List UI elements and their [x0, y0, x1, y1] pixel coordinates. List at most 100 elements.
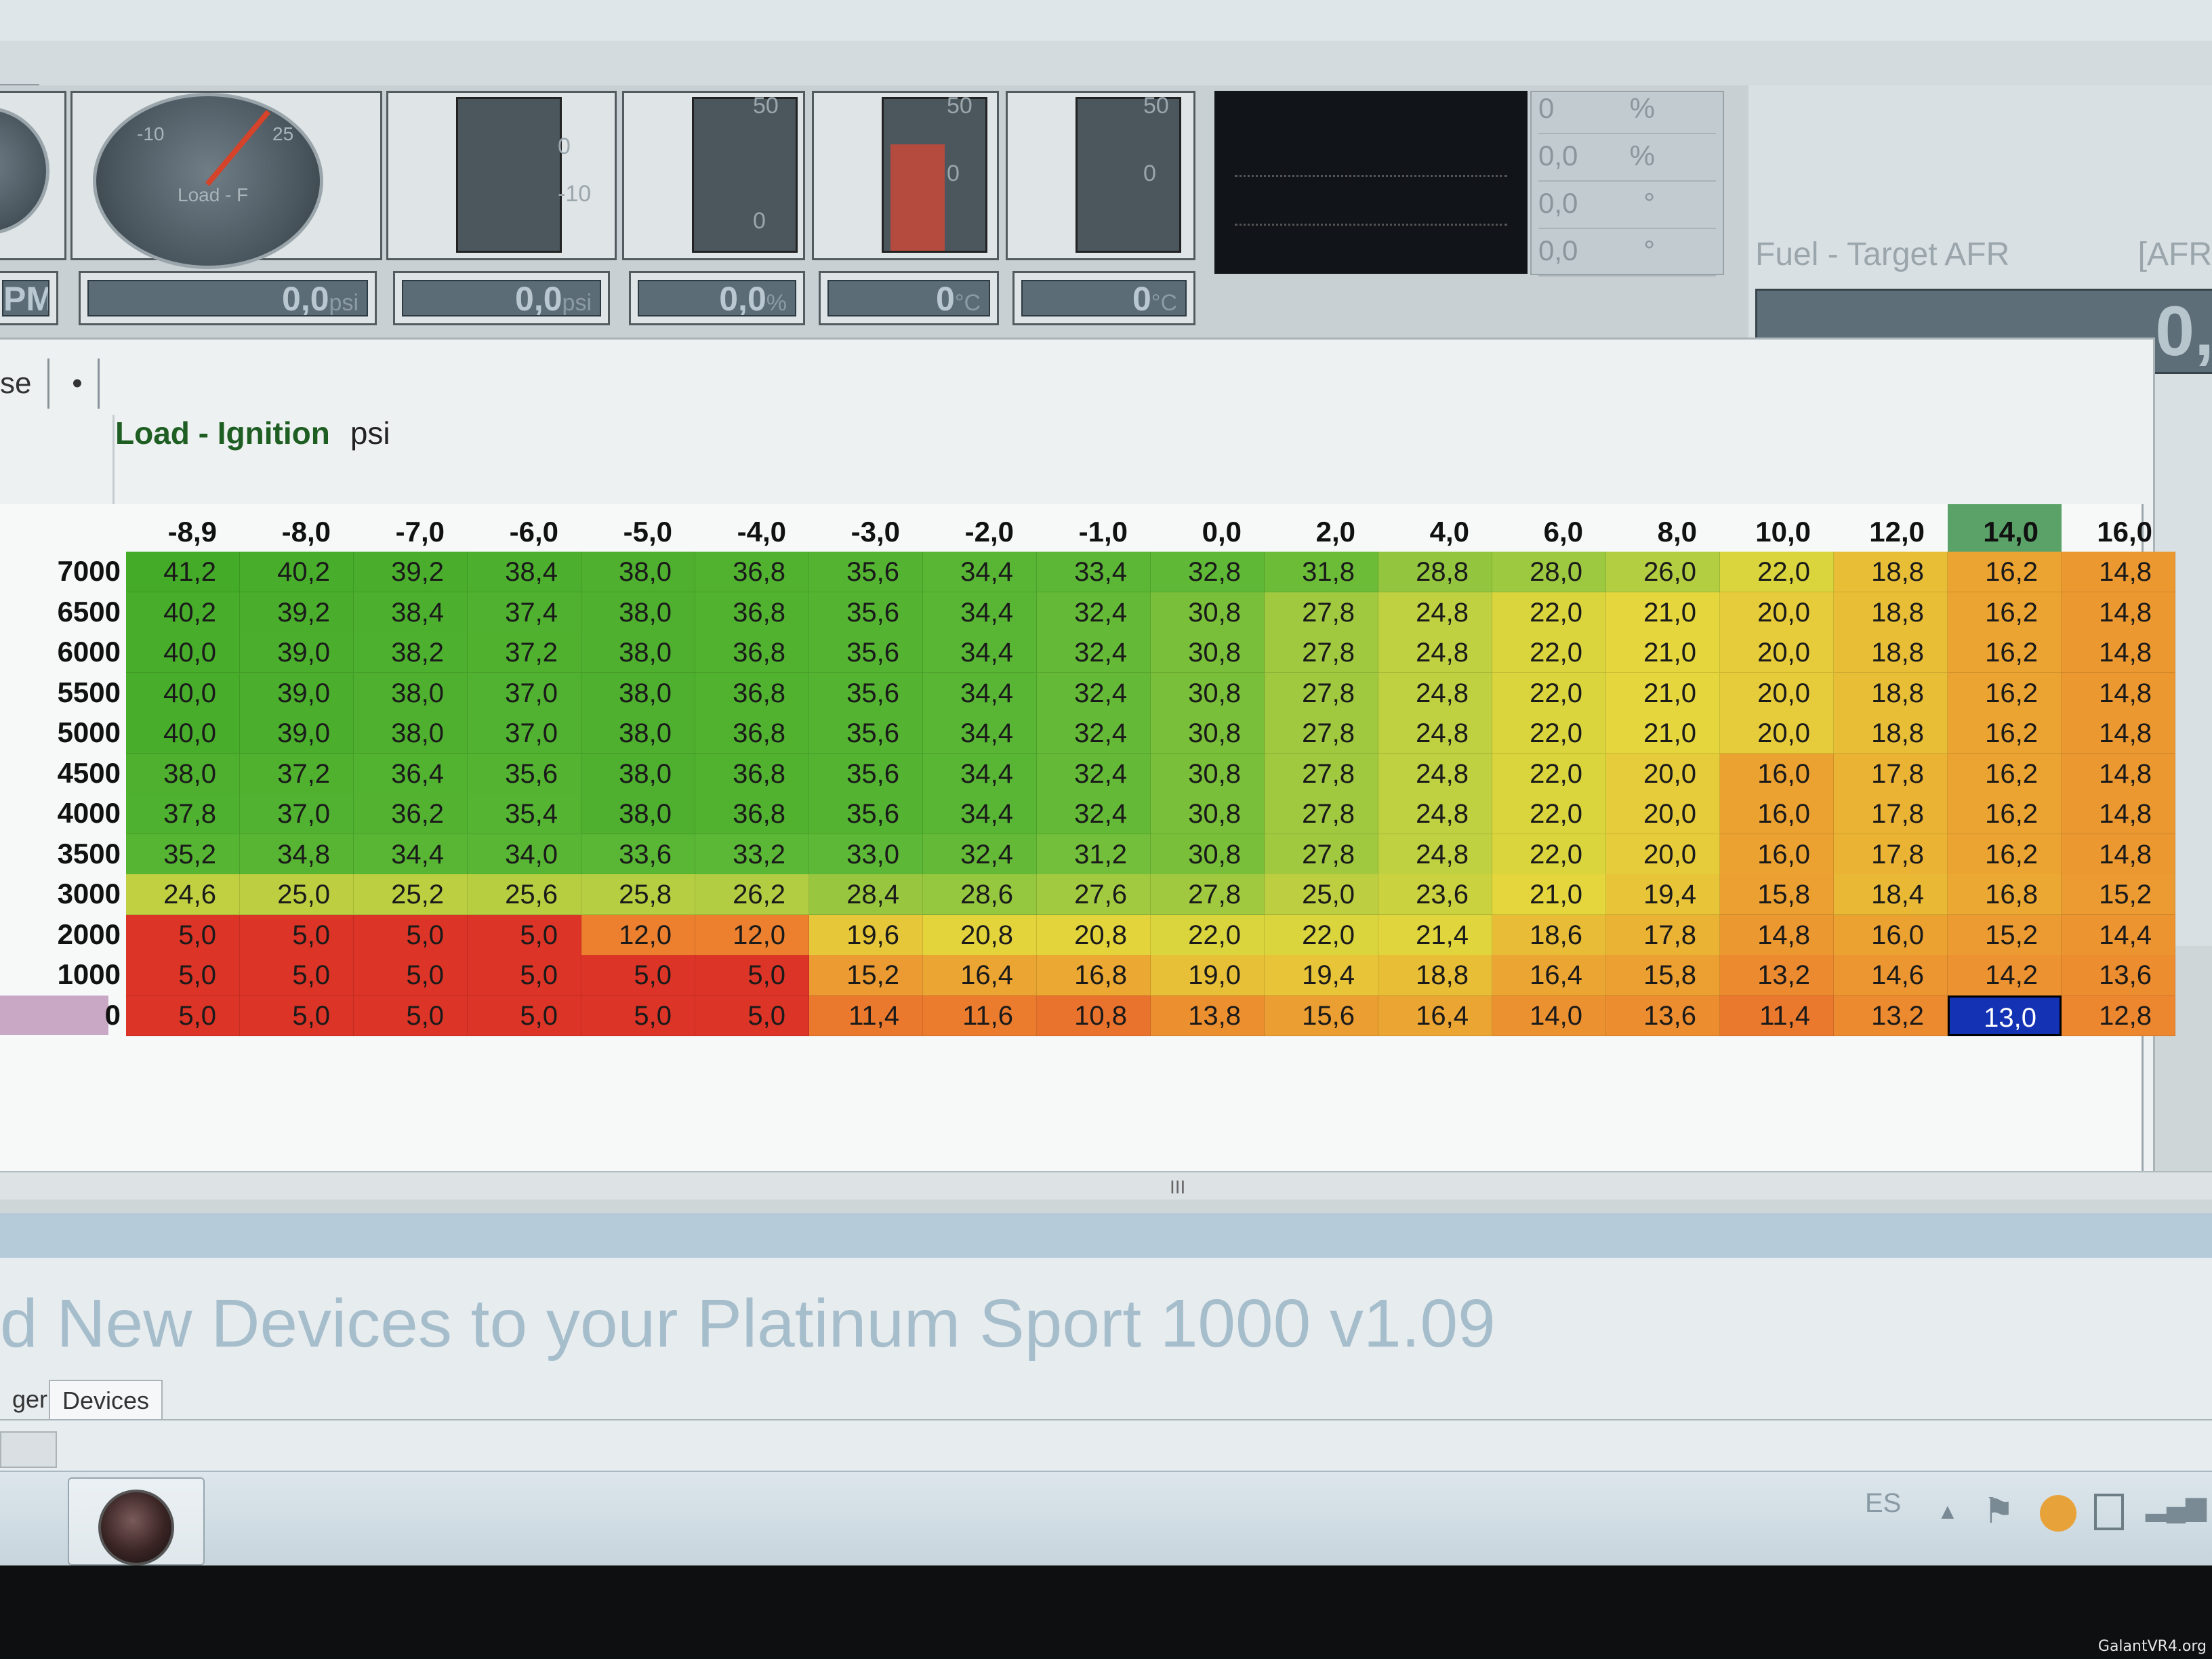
- table-cell[interactable]: 25,8: [581, 874, 695, 915]
- table-cell[interactable]: 16,0: [1720, 753, 1834, 794]
- horizontal-scrollbar[interactable]: III: [0, 1171, 2212, 1200]
- table-cell[interactable]: 24,8: [1378, 632, 1492, 673]
- table-cell[interactable]: 24,8: [1378, 713, 1492, 754]
- table-cell[interactable]: 27,8: [1265, 834, 1378, 875]
- table-cell[interactable]: 5,0: [240, 914, 354, 956]
- table-cell[interactable]: 16,0: [1720, 834, 1834, 875]
- table-cell[interactable]: 12,0: [581, 914, 695, 956]
- table-cell[interactable]: 18,8: [1834, 672, 1948, 714]
- table-cell[interactable]: 38,4: [354, 592, 468, 633]
- table-cell[interactable]: 38,0: [581, 552, 695, 592]
- table-cell[interactable]: 5,0: [126, 955, 240, 996]
- table-cell[interactable]: 34,8: [240, 834, 354, 875]
- table-cell[interactable]: 37,0: [240, 794, 354, 834]
- table-cell[interactable]: 33,4: [1037, 552, 1151, 592]
- security-icon[interactable]: [2040, 1495, 2076, 1532]
- table-cell[interactable]: 5,0: [126, 995, 240, 1036]
- table-cell[interactable]: 39,2: [240, 592, 354, 633]
- table-cell[interactable]: 17,8: [1834, 834, 1948, 875]
- table-cell[interactable]: 26,0: [1606, 552, 1720, 592]
- table-cell[interactable]: 37,2: [240, 753, 354, 794]
- table-cell[interactable]: 30,8: [1151, 794, 1265, 834]
- table-cell[interactable]: 38,0: [581, 794, 695, 834]
- table-cell[interactable]: 35,6: [809, 552, 923, 592]
- table-cell[interactable]: 40,0: [126, 672, 240, 714]
- table-cell[interactable]: 5,0: [468, 995, 581, 1036]
- table-cell[interactable]: 27,8: [1265, 632, 1378, 673]
- table-cell[interactable]: 18,8: [1834, 592, 1948, 633]
- table-cell[interactable]: 30,8: [1151, 753, 1265, 794]
- table-cell[interactable]: 18,6: [1492, 914, 1606, 956]
- table-cell[interactable]: 28,4: [809, 874, 923, 915]
- table-cell[interactable]: 15,8: [1720, 874, 1834, 915]
- table-cell[interactable]: 14,2: [1948, 955, 2062, 996]
- table-cell[interactable]: 14,8: [2062, 713, 2175, 754]
- table-cell[interactable]: 22,0: [1492, 713, 1606, 754]
- table-cell[interactable]: 20,0: [1720, 713, 1834, 754]
- table-cell[interactable]: 37,8: [126, 794, 240, 834]
- table-cell[interactable]: 15,2: [2062, 874, 2175, 915]
- table-cell[interactable]: 17,8: [1834, 753, 1948, 794]
- table-cell[interactable]: 22,0: [1492, 794, 1606, 834]
- table-cell[interactable]: 5,0: [354, 914, 468, 956]
- table-cell[interactable]: 33,2: [695, 834, 809, 875]
- table-cell[interactable]: 27,8: [1265, 592, 1378, 633]
- table-cell[interactable]: 16,2: [1948, 834, 2062, 875]
- table-cell[interactable]: 24,8: [1378, 794, 1492, 834]
- table-cell[interactable]: 13,2: [1834, 995, 1948, 1036]
- table-cell[interactable]: 34,0: [468, 834, 581, 875]
- table-cell[interactable]: 35,6: [809, 794, 923, 834]
- table-cell[interactable]: 10,8: [1037, 995, 1151, 1036]
- table-cell[interactable]: 22,0: [1720, 552, 1834, 592]
- table-cell[interactable]: 34,4: [923, 592, 1037, 633]
- table-cell[interactable]: 34,4: [923, 753, 1037, 794]
- table-cell[interactable]: 34,4: [923, 794, 1037, 834]
- table-cell[interactable]: 36,8: [695, 794, 809, 834]
- table-cell[interactable]: 30,8: [1151, 632, 1265, 673]
- table-cell[interactable]: 38,0: [581, 632, 695, 673]
- table-cell[interactable]: 5,0: [695, 955, 809, 996]
- table-cell[interactable]: 16,0: [1720, 794, 1834, 834]
- table-cell[interactable]: 15,2: [1948, 914, 2062, 956]
- table-cell[interactable]: 27,6: [1037, 874, 1151, 915]
- table-cell[interactable]: 22,0: [1492, 632, 1606, 673]
- table-cell[interactable]: 35,6: [809, 713, 923, 754]
- table-cell[interactable]: 34,4: [923, 632, 1037, 673]
- network-icon[interactable]: [2094, 1494, 2124, 1530]
- table-cell[interactable]: 32,8: [1151, 552, 1265, 592]
- table-cell[interactable]: 5,0: [354, 995, 468, 1036]
- table-cell[interactable]: 35,6: [809, 753, 923, 794]
- table-cell[interactable]: 18,8: [1834, 552, 1948, 592]
- table-cell[interactable]: 26,2: [695, 874, 809, 915]
- table-cell[interactable]: 28,8: [1378, 552, 1492, 592]
- table-cell[interactable]: 31,2: [1037, 834, 1151, 875]
- tab-devices[interactable]: Devices: [49, 1380, 163, 1420]
- flag-icon[interactable]: ⚑: [1983, 1491, 2015, 1532]
- table-cell[interactable]: 32,4: [1037, 753, 1151, 794]
- table-cell[interactable]: 5,0: [695, 995, 809, 1036]
- table-cell[interactable]: 22,0: [1492, 753, 1606, 794]
- table-cell[interactable]: 27,8: [1265, 753, 1378, 794]
- scrollbar-grip[interactable]: III: [1170, 1176, 1185, 1198]
- table-cell[interactable]: 14,8: [2062, 794, 2175, 834]
- app-icon[interactable]: [98, 1490, 174, 1565]
- table-cell[interactable]: 38,0: [581, 713, 695, 754]
- table-cell[interactable]: 34,4: [923, 672, 1037, 714]
- table-cell[interactable]: 36,8: [695, 672, 809, 714]
- table-cell[interactable]: 30,8: [1151, 834, 1265, 875]
- table-cell[interactable]: 15,6: [1265, 995, 1378, 1036]
- table-cell[interactable]: 21,0: [1606, 713, 1720, 754]
- table-cell[interactable]: 11,4: [1720, 995, 1834, 1036]
- table-cell[interactable]: 25,0: [1265, 874, 1378, 915]
- table-cell[interactable]: 27,8: [1265, 672, 1378, 714]
- table-cell[interactable]: 24,6: [126, 874, 240, 915]
- table-cell[interactable]: 35,6: [809, 672, 923, 714]
- table-cell[interactable]: 36,4: [354, 753, 468, 794]
- table-cell[interactable]: 36,8: [695, 552, 809, 592]
- table-cell[interactable]: 30,8: [1151, 672, 1265, 714]
- table-cell[interactable]: 34,4: [923, 552, 1037, 592]
- table-cell[interactable]: 21,0: [1606, 592, 1720, 633]
- table-cell[interactable]: 35,6: [809, 592, 923, 633]
- table-cell[interactable]: 20,8: [1037, 914, 1151, 956]
- table-cell[interactable]: 18,8: [1834, 713, 1948, 754]
